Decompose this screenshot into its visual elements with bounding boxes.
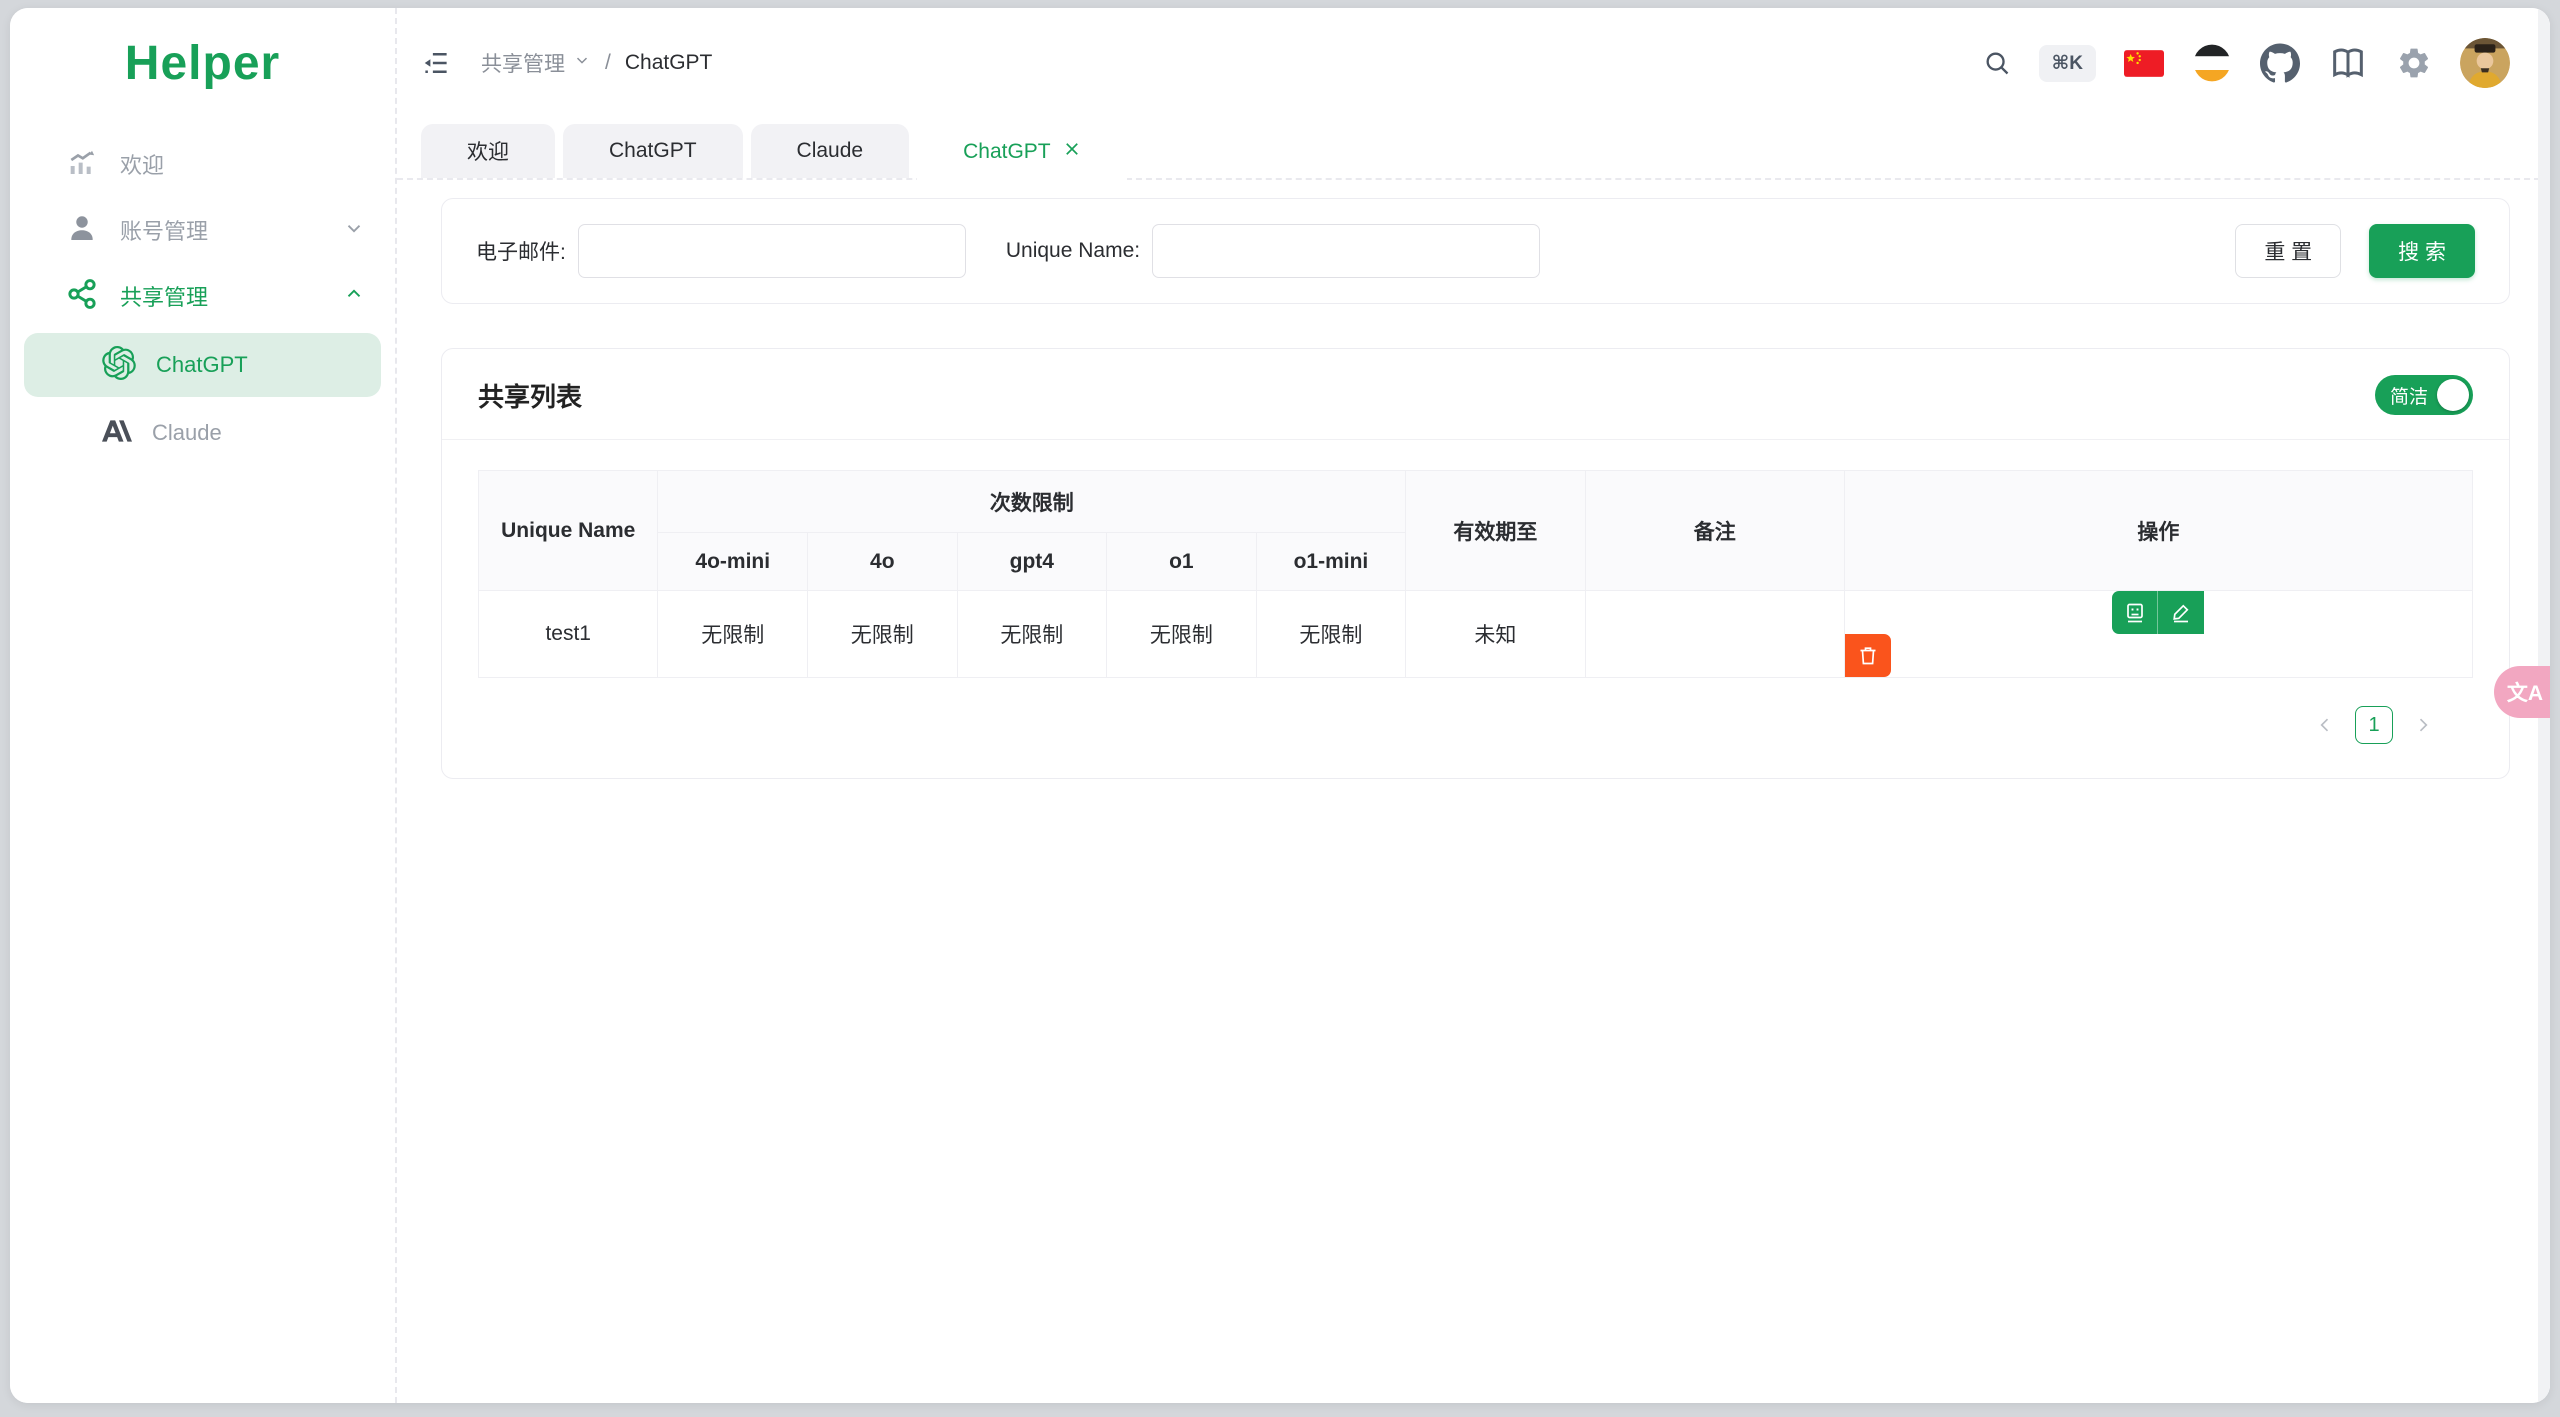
email-label: 电子邮件: [476, 241, 566, 264]
language-flag-icon[interactable] [2124, 49, 2164, 77]
breadcrumb-parent[interactable]: 共享管理 [481, 48, 565, 78]
tab-label: ChatGPT [963, 140, 1051, 163]
tabbar: 欢迎 ChatGPT Claude ChatGPT [397, 118, 2550, 180]
content: 电子邮件: Unique Name: 重 置 搜 索 共享列表 简洁 Uniqu… [397, 180, 2550, 1403]
keyboard-shortcut-badge[interactable]: ⌘K [2038, 44, 2096, 82]
tab-chatgpt-active[interactable]: ChatGPT [917, 124, 1127, 180]
app-logo: Helper [124, 37, 281, 90]
search-button[interactable]: 搜 索 [2369, 224, 2475, 278]
col-header-model: 4o [807, 532, 958, 591]
chevron-down-icon [573, 51, 591, 75]
cell-unique-name: test1 [477, 590, 659, 678]
page-number[interactable]: 1 [2355, 706, 2393, 744]
sidebar-subitem-chatgpt[interactable]: ChatGPT [24, 333, 381, 397]
main-area: 共享管理 / ChatGPT ⌘K 欢迎 ChatGPT Claude Chat… [397, 8, 2550, 1403]
col-header-unique-name: Unique Name [477, 470, 659, 591]
unique-name-input[interactable] [1152, 224, 1541, 278]
toggle-label: 简洁 [2390, 386, 2429, 408]
col-header-note: 备注 [1584, 470, 1845, 591]
col-header-limit-group: 次数限制 [657, 470, 1407, 533]
chevron-down-icon [343, 217, 365, 244]
sidebar-subitem-label: Claude [152, 420, 222, 445]
email-input[interactable] [577, 224, 966, 278]
topbar: 共享管理 / ChatGPT ⌘K [397, 8, 2550, 118]
filter-card: 电子邮件: Unique Name: 重 置 搜 索 [441, 198, 2510, 304]
translate-float-button[interactable]: 文A [2494, 666, 2550, 718]
docs-book-icon[interactable] [2328, 43, 2368, 83]
sidebar-subitem-claude[interactable]: Claude [24, 401, 381, 465]
page-prev-icon[interactable] [2315, 715, 2335, 735]
share-table: Unique Name 次数限制 有效期至 备注 操作 4o-mini 4o g… [477, 470, 2474, 678]
sidebar-item-accounts[interactable]: 账号管理 [10, 197, 395, 263]
cell-expire: 未知 [1405, 590, 1586, 678]
user-icon [66, 212, 98, 249]
share-nodes-icon [66, 278, 98, 315]
delete-button[interactable] [1844, 634, 1891, 677]
cell-limit: 无限制 [1106, 590, 1257, 678]
tab-claude[interactable]: Claude [750, 124, 910, 178]
breadcrumb-current[interactable]: ChatGPT [625, 51, 713, 75]
settings-gear-icon[interactable] [2396, 45, 2432, 81]
share-table-wrap: Unique Name 次数限制 有效期至 备注 操作 4o-mini 4o g… [442, 440, 2509, 752]
topbar-actions: ⌘K [1983, 38, 2510, 88]
sidebar-item-label: 欢迎 [120, 153, 165, 178]
sidebar-item-shares[interactable]: 共享管理 [10, 263, 395, 329]
tab-label: 欢迎 [467, 141, 509, 164]
edit-button[interactable] [2158, 591, 2205, 634]
col-header-model: o1 [1106, 532, 1257, 591]
concise-mode-toggle[interactable]: 简洁 [2375, 375, 2473, 415]
unique-name-label: Unique Name: [1005, 239, 1141, 262]
cell-note [1584, 590, 1845, 678]
openai-logo-icon [102, 345, 136, 385]
col-header-actions: 操作 [1843, 470, 2474, 591]
app-window: Helper 欢迎 账号管理 共享管理 ChatGPT Claude 共享管理 … [10, 8, 2550, 1403]
col-header-model: gpt4 [956, 532, 1108, 591]
github-icon[interactable] [2260, 43, 2300, 83]
sidebar-collapse-icon[interactable] [421, 48, 451, 78]
share-list-header: 共享列表 简洁 [442, 349, 2509, 440]
cell-limit: 无限制 [807, 590, 958, 678]
col-header-model: o1-mini [1255, 532, 1407, 591]
share-list-card: 共享列表 简洁 Unique Name 次数限制 有效期至 备注 操作 4o-m… [441, 348, 2510, 779]
tab-label: Claude [796, 139, 864, 162]
toggle-knob [2437, 379, 2469, 411]
user-avatar[interactable] [2460, 38, 2510, 88]
close-icon[interactable] [1063, 140, 1081, 164]
reset-button[interactable]: 重 置 [2235, 224, 2342, 278]
cell-limit: 无限制 [657, 590, 808, 678]
sidebar-item-label: 账号管理 [120, 219, 209, 244]
cell-limit: 无限制 [1255, 590, 1407, 678]
sidebar: Helper 欢迎 账号管理 共享管理 ChatGPT Claude [10, 8, 397, 1403]
sidebar-item-label: 共享管理 [120, 285, 209, 310]
theme-toggle-icon[interactable] [2192, 43, 2232, 83]
pagination: 1 [478, 678, 2473, 752]
table-row: test1 无限制 无限制 无限制 无限制 无限制 未知 [477, 590, 2474, 678]
sidebar-item-welcome[interactable]: 欢迎 [10, 131, 395, 197]
tab-label: ChatGPT [609, 139, 697, 162]
chevron-up-icon [343, 283, 365, 310]
share-list-title: 共享列表 [478, 381, 583, 412]
tab-chatgpt-pinned[interactable]: ChatGPT [563, 124, 743, 178]
chart-icon [66, 146, 98, 183]
anthropic-logo-icon [102, 416, 132, 451]
page-next-icon[interactable] [2413, 715, 2433, 735]
breadcrumb: 共享管理 / ChatGPT [481, 48, 712, 78]
col-header-model: 4o-mini [657, 532, 808, 591]
search-icon[interactable] [1983, 49, 2011, 77]
tab-welcome[interactable]: 欢迎 [421, 124, 555, 178]
account-card-button[interactable] [2112, 591, 2159, 634]
col-header-expire: 有效期至 [1405, 470, 1586, 591]
filter-actions: 重 置 搜 索 [2235, 224, 2475, 278]
breadcrumb-separator: / [605, 51, 611, 74]
sidebar-subitem-label: ChatGPT [156, 352, 248, 377]
cell-actions [1843, 590, 2474, 678]
cell-limit: 无限制 [956, 590, 1108, 678]
